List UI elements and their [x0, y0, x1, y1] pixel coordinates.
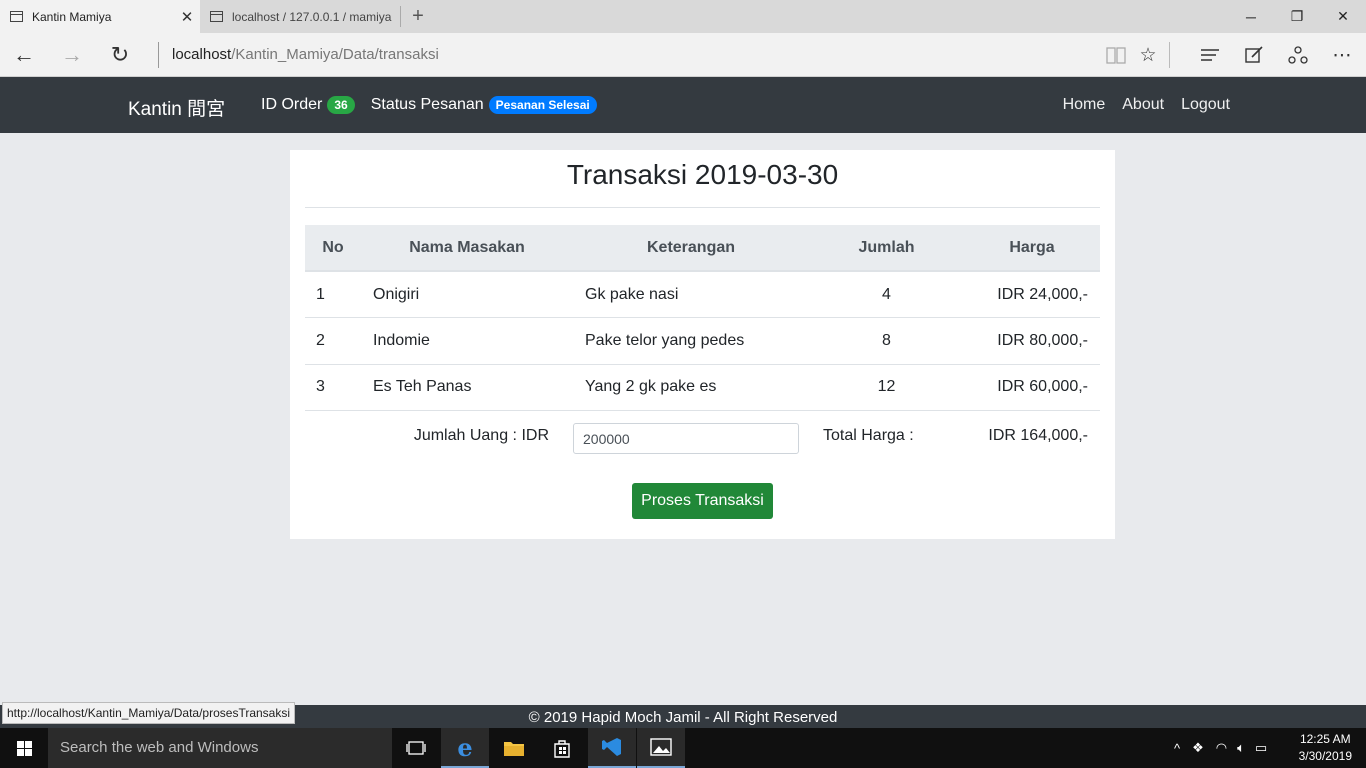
new-tab-icon[interactable]: + [407, 4, 429, 28]
nav-link-logout[interactable]: Logout [1181, 96, 1230, 114]
cell-keterangan: Yang 2 gk pake es [585, 378, 717, 396]
tab-divider [400, 6, 401, 27]
file-explorer-icon[interactable] [490, 728, 538, 768]
nav-link-home[interactable]: Home [1063, 96, 1106, 114]
back-icon[interactable]: ← [8, 39, 40, 71]
restore-icon[interactable]: ❐ [1274, 0, 1320, 33]
jumlah-uang-label: Jumlah Uang : IDR [413, 427, 549, 444]
clock-date: 3/30/2019 [1298, 749, 1352, 763]
photos-icon[interactable] [637, 728, 685, 768]
cell-harga: IDR 24,000,- [997, 285, 1088, 303]
cell-jumlah: 8 [882, 331, 891, 349]
site-navbar: Kantin 間宮 ID Order 36 Status Pesanan Pes… [0, 77, 1366, 133]
table-row: 2 Indomie Pake telor yang pedes 8 IDR 80… [305, 318, 1100, 364]
windows-taskbar: Search the web and Windows e ^ ❖ ◠ 🔈︎ ▭ … [0, 728, 1366, 768]
url-path: /Kantin_Mamiya/Data/transaksi [231, 46, 439, 63]
edge-e-glyph: e [457, 732, 473, 762]
id-order-badge: 36 [327, 96, 355, 114]
cell-jumlah: 4 [882, 285, 891, 303]
page-icon [10, 11, 23, 22]
url-field[interactable]: localhost/Kantin_Mamiya/Data/transaksi [172, 46, 439, 63]
nav-link-about[interactable]: About [1122, 96, 1164, 114]
table-header-row: No Nama Masakan Keterangan Jumlah Harga [305, 225, 1100, 272]
action-center-icon[interactable]: ▭ [1255, 740, 1267, 756]
cell-keterangan: Gk pake nasi [585, 285, 679, 303]
column-header-keterangan: Keterangan [573, 225, 809, 272]
close-window-icon[interactable]: ✕ [1320, 0, 1366, 33]
cell-no: 3 [316, 378, 325, 396]
cell-keterangan: Pake telor yang pedes [585, 331, 745, 349]
status-badge: Pesanan Selesai [488, 96, 597, 114]
tab-title: localhost / 127.0.0.1 / mamiya [232, 9, 392, 24]
start-button[interactable] [0, 728, 48, 768]
cell-nama: Onigiri [373, 285, 420, 303]
refresh-icon[interactable]: ↻ [104, 39, 136, 71]
close-tab-icon[interactable]: ✕ [174, 8, 200, 26]
cell-no: 1 [316, 285, 325, 303]
task-view-icon[interactable] [392, 728, 440, 768]
status-label: Status Pesanan [370, 96, 484, 113]
cell-nama: Es Teh Panas [373, 378, 472, 396]
web-note-icon[interactable] [1238, 39, 1270, 71]
page-title: Transaksi 2019-03-30 [566, 159, 839, 190]
order-table: No Nama Masakan Keterangan Jumlah Harga … [305, 225, 1100, 411]
table-row: 1 Onigiri Gk pake nasi 4 IDR 24,000,- [305, 271, 1100, 318]
dropbox-icon[interactable]: ❖ [1192, 740, 1204, 756]
column-header-no: No [305, 225, 361, 272]
browser-tab-bar: Kantin Mamiya ✕ localhost / 127.0.0.1 / … [0, 0, 1366, 33]
minimize-icon[interactable]: ─ [1228, 0, 1274, 33]
order-info: ID Order 36 Status Pesanan Pesanan Seles… [261, 96, 597, 114]
clock-time: 12:25 AM [1299, 732, 1351, 746]
volume-icon[interactable]: 🔈︎ [1237, 740, 1245, 756]
total-harga-label: Total Harga : [823, 427, 914, 444]
table-row: 3 Es Teh Panas Yang 2 gk pake es 12 IDR … [305, 364, 1100, 411]
browser-tab-active[interactable]: Kantin Mamiya ✕ [0, 0, 200, 33]
proses-transaksi-button[interactable]: Proses Transaksi [632, 483, 773, 519]
system-tray: ^ ❖ ◠ 🔈︎ ▭ [1174, 728, 1267, 768]
cell-jumlah: 12 [877, 378, 896, 396]
taskbar-search-box[interactable]: Search the web and Windows [48, 728, 392, 768]
title-divider [305, 207, 1100, 208]
tab-title: Kantin Mamiya [32, 9, 112, 24]
cell-nama: Indomie [373, 331, 430, 349]
edge-browser-icon[interactable]: e [441, 728, 489, 768]
store-icon[interactable] [538, 728, 586, 768]
url-host: localhost [172, 46, 232, 63]
reading-view-icon[interactable] [1100, 39, 1132, 71]
more-icon[interactable]: ⋯ [1326, 39, 1358, 71]
address-divider [158, 42, 159, 68]
browser-tab-inactive[interactable]: localhost / 127.0.0.1 / mamiya [200, 0, 400, 33]
taskbar-clock[interactable]: 12:25 AM 3/30/2019 [1299, 731, 1352, 765]
wifi-icon[interactable]: ◠ [1216, 740, 1227, 756]
hub-icon[interactable] [1194, 39, 1226, 71]
column-header-nama: Nama Masakan [361, 225, 573, 272]
status-bar-url: http://localhost/Kantin_Mamiya/Data/pros… [2, 702, 296, 724]
address-bar: ← → ↻ localhost/Kantin_Mamiya/Data/trans… [0, 33, 1366, 77]
cell-harga: IDR 60,000,- [997, 378, 1088, 396]
windows-logo-icon [16, 740, 32, 756]
nav-links: Home About Logout [1063, 96, 1230, 114]
brand-logo[interactable]: Kantin 間宮 [128, 94, 225, 121]
chevron-up-icon[interactable]: ^ [1174, 741, 1180, 756]
column-header-harga: Harga [964, 225, 1100, 272]
column-header-jumlah: Jumlah [809, 225, 964, 272]
forward-icon[interactable]: → [56, 39, 88, 71]
cell-no: 2 [316, 331, 325, 349]
payment-row: Jumlah Uang : IDR Total Harga : IDR 164,… [305, 411, 1100, 471]
cell-harga: IDR 80,000,- [997, 331, 1088, 349]
vscode-icon[interactable] [588, 728, 636, 768]
id-order-label: ID Order [261, 96, 323, 113]
favorite-star-icon[interactable]: ☆ [1132, 39, 1164, 71]
page-icon [210, 11, 223, 22]
toolbar-divider [1169, 42, 1170, 68]
jumlah-uang-input[interactable] [573, 423, 799, 454]
share-icon[interactable] [1282, 39, 1314, 71]
total-harga-value: IDR 164,000,- [988, 427, 1088, 444]
